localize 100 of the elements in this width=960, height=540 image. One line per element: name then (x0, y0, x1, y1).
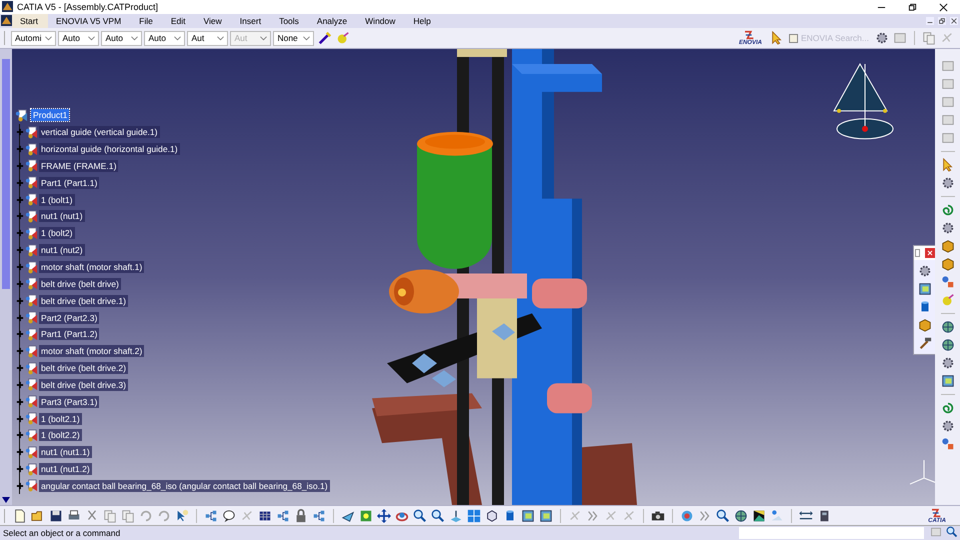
expand-icon[interactable] (16, 448, 24, 456)
part-icon[interactable] (25, 193, 38, 206)
menu-item[interactable]: Analyze (308, 14, 358, 28)
table-icon[interactable] (258, 508, 272, 522)
tree-item[interactable]: Part3 (Part3.1) (39, 396, 100, 408)
expand-icon[interactable] (16, 347, 24, 356)
minimize-icon[interactable] (926, 17, 934, 25)
document-icon[interactable] (13, 508, 27, 522)
menu-item[interactable]: Insert (232, 14, 272, 28)
tree-item[interactable]: horizontal guide (horizontal guide.1) (39, 143, 180, 156)
tree-item[interactable]: belt drive (belt drive.3) (39, 378, 128, 391)
tree-item[interactable]: 1 (bolt2.1) (39, 412, 82, 425)
part-icon[interactable] (25, 328, 38, 341)
tree-item[interactable]: belt drive (belt drive) (39, 278, 121, 290)
command-input-field[interactable] (739, 527, 924, 539)
tree-item[interactable]: 1 (bolt2.2) (39, 429, 82, 442)
close-icon[interactable] (950, 17, 958, 25)
gear-icon[interactable] (918, 264, 932, 278)
expand-icon[interactable] (16, 398, 24, 406)
printer-icon[interactable] (67, 508, 81, 522)
frame-icon[interactable] (539, 508, 553, 522)
expand-icon[interactable] (16, 465, 24, 474)
tree-item[interactable]: motor shaft (motor shaft.1) (39, 261, 144, 274)
ball-icon[interactable] (940, 293, 954, 307)
product-icon[interactable] (15, 108, 28, 122)
gear-icon[interactable] (940, 176, 954, 190)
caret-icon[interactable] (303, 36, 310, 40)
part-icon[interactable] (25, 260, 38, 274)
globe-icon[interactable] (940, 320, 954, 334)
dropdown[interactable]: None (273, 30, 314, 46)
menu-item[interactable]: ENOVIA V5 VPM (48, 14, 132, 28)
hammer-icon[interactable] (918, 336, 932, 350)
tree-item[interactable]: belt drive (belt drive.2) (39, 362, 128, 374)
swirl-icon[interactable] (940, 401, 954, 415)
expand-icon[interactable] (16, 482, 24, 490)
part-icon[interactable] (25, 226, 38, 240)
measure-icon[interactable] (799, 508, 813, 522)
normal-view-icon[interactable] (449, 508, 463, 522)
menu-item[interactable]: Window (357, 14, 406, 28)
part-icon[interactable] (25, 428, 38, 442)
graph-icon[interactable] (276, 508, 290, 522)
gear-icon[interactable] (940, 356, 954, 370)
box-icon[interactable] (940, 239, 954, 253)
part-icon[interactable] (25, 362, 38, 375)
expand-icon[interactable] (16, 431, 24, 440)
menu-item[interactable]: Help (405, 14, 441, 28)
expand-icon[interactable] (16, 330, 24, 338)
part-icon[interactable] (25, 142, 38, 156)
target-icon[interactable] (680, 508, 694, 522)
part-icon[interactable] (25, 395, 38, 408)
tree-item[interactable]: Part1 (Part1.2) (39, 328, 100, 340)
scissors-icon[interactable] (85, 508, 99, 522)
gear-icon[interactable] (940, 419, 954, 433)
menu-item[interactable]: Edit (162, 14, 196, 28)
caret-icon[interactable] (45, 36, 52, 40)
zoom-icon[interactable] (431, 508, 445, 522)
speech-bubble-icon[interactable] (222, 508, 236, 522)
tree-item[interactable]: belt drive (belt drive.1) (39, 294, 128, 307)
part-icon[interactable] (25, 479, 38, 492)
globe-icon[interactable] (940, 338, 954, 352)
box-icon[interactable] (918, 318, 932, 332)
lock-icon[interactable] (294, 508, 308, 522)
ball-icon[interactable] (336, 31, 350, 45)
graph-icon[interactable] (312, 508, 326, 522)
tree-item[interactable]: nut1 (nut1.1) (39, 446, 92, 458)
zoom-icon[interactable] (946, 526, 958, 538)
dropdown[interactable]: Auto (144, 30, 186, 46)
tree-item[interactable]: 1 (bolt1) (39, 194, 75, 206)
frame-icon[interactable] (521, 508, 535, 522)
zoom-icon[interactable] (716, 508, 730, 522)
caret-icon[interactable] (217, 36, 224, 40)
tree-item[interactable]: motor shaft (motor shaft.2) (39, 345, 144, 358)
menu-item[interactable]: View (196, 14, 232, 28)
part-icon[interactable] (25, 462, 38, 476)
part-icon[interactable] (25, 277, 38, 290)
part-icon[interactable] (25, 378, 38, 392)
expand-icon[interactable] (16, 414, 24, 423)
multi-view-icon[interactable] (467, 508, 481, 522)
dropdown[interactable]: Auto (101, 30, 142, 46)
tree-item[interactable]: nut1 (nut1) (39, 210, 85, 222)
brush-icon[interactable] (318, 31, 332, 45)
expand-icon[interactable] (16, 364, 24, 372)
dropdown[interactable]: Aut (187, 30, 228, 46)
scrollbar[interactable] (0, 49, 12, 505)
tree-item[interactable]: FRAME (FRAME.1) (39, 160, 118, 172)
tree-item[interactable]: 1 (bolt2) (39, 227, 75, 240)
swirl-icon[interactable] (940, 203, 954, 217)
expand-icon[interactable] (16, 314, 24, 322)
restore-icon[interactable] (908, 2, 917, 12)
globe-icon[interactable] (734, 508, 748, 522)
shading-icon[interactable] (752, 508, 766, 522)
tree-item[interactable]: angular contact ball bearing_68_iso (angular contact ball bearing_68_iso.1) (39, 480, 330, 492)
expand-icon[interactable] (16, 380, 24, 389)
gear-icon[interactable] (940, 221, 954, 235)
tree-item[interactable]: Product1 (31, 109, 70, 122)
caret-icon[interactable] (131, 36, 138, 40)
scroll-down-arrow-icon[interactable] (2, 497, 10, 503)
dropdown[interactable]: Automi (11, 30, 56, 46)
caret-icon[interactable] (88, 36, 96, 40)
tree-item[interactable]: Part2 (Part2.3) (39, 312, 100, 324)
